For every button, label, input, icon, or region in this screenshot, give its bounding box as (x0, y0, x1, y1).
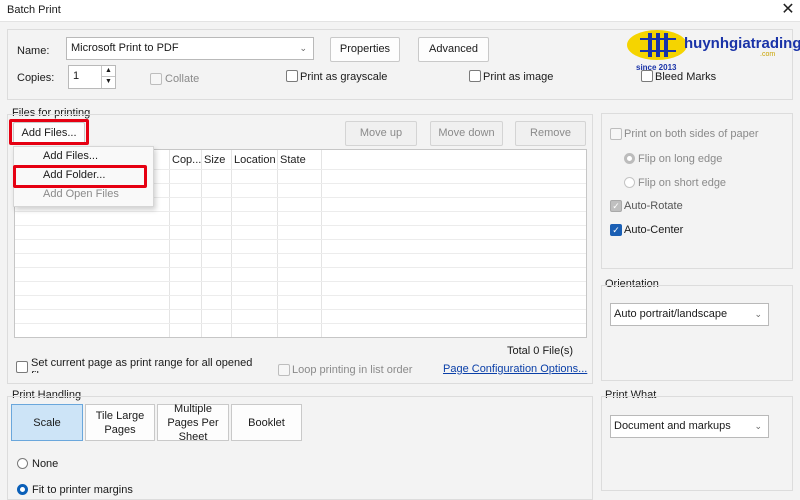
copies-value: 1 (73, 70, 80, 82)
advanced-button[interactable]: Advanced (418, 37, 489, 62)
remove-button[interactable]: Remove (515, 121, 586, 146)
both-sides-label: Print on both sides of paper (624, 128, 759, 140)
auto-center-label: Auto-Center (624, 224, 684, 236)
flip-short-radio[interactable] (624, 177, 635, 188)
watermark-suffix: .com (760, 51, 776, 58)
chevron-down-icon: ⌄ (754, 309, 762, 319)
image-checkbox[interactable] (469, 70, 481, 82)
mode-multiple-pages-button[interactable]: Multiple Pages Per Sheet (157, 403, 229, 443)
orientation-group (601, 285, 793, 381)
mode-scale-button[interactable]: Scale (11, 404, 83, 441)
total-files: Total 0 File(s) (507, 345, 574, 357)
collate-label: Collate (165, 73, 200, 85)
grayscale-label: Print as grayscale (300, 71, 388, 83)
copies-stepper[interactable]: 1 ▲ ▼ (68, 65, 116, 89)
set-current-page-checkbox[interactable] (16, 361, 28, 373)
copies-label: Copies: (17, 72, 55, 84)
flip-long-radio[interactable] (624, 153, 635, 164)
grayscale-checkbox[interactable] (286, 70, 298, 82)
move-up-button[interactable]: Move up (345, 121, 417, 146)
title-bar: Batch Print ✕ (0, 0, 800, 22)
watermark-logo: huynhgiatrading since 2013 .com (626, 29, 800, 73)
column-header-size[interactable]: Size (204, 154, 225, 166)
scale-none-label: None (32, 458, 59, 470)
name-label: Name: (17, 45, 50, 57)
set-current-page-label: Set current page as print range for all … (31, 357, 253, 373)
flip-short-label: Flip on short edge (638, 177, 727, 189)
printer-select[interactable]: Microsoft Print to PDF ⌄ (66, 37, 314, 60)
close-icon[interactable]: ✕ (776, 0, 800, 22)
scale-none-radio[interactable] (17, 458, 28, 469)
chevron-down-icon: ⌄ (754, 421, 762, 431)
stepper-up-icon[interactable]: ▲ (101, 66, 115, 77)
properties-button[interactable]: Properties (330, 37, 400, 62)
both-sides-checkbox[interactable] (610, 128, 622, 140)
loop-printing-label: Loop printing in list order (292, 364, 413, 376)
auto-center-checkbox[interactable]: ✓ (610, 224, 622, 236)
column-header-state[interactable]: State (280, 154, 306, 166)
orientation-value: Auto portrait/landscape (614, 308, 728, 320)
collate-checkbox[interactable] (150, 73, 162, 85)
add-files-highlight (9, 119, 89, 145)
add-folder-highlight (13, 165, 147, 188)
move-down-button[interactable]: Move down (430, 121, 503, 146)
print-what-value: Document and markups (614, 420, 731, 432)
menu-item-add-files[interactable]: Add Files... (14, 147, 153, 166)
orientation-select[interactable]: Auto portrait/landscape ⌄ (610, 303, 769, 326)
print-what-group (601, 396, 793, 491)
window-title: Batch Print (7, 4, 61, 16)
column-header-copies[interactable]: Cop... (172, 154, 201, 166)
loop-printing-checkbox[interactable] (278, 364, 290, 376)
mode-tile-button[interactable]: Tile Large Pages (85, 404, 155, 441)
flip-long-label: Flip on long edge (638, 153, 723, 165)
chevron-down-icon: ⌄ (299, 43, 307, 53)
page-configuration-link[interactable]: Page Configuration Options... (443, 363, 587, 375)
watermark-since: since 2013 (636, 63, 677, 72)
auto-rotate-label: Auto-Rotate (624, 200, 683, 212)
fit-to-margins-radio[interactable] (17, 484, 28, 495)
fit-to-margins-label: Fit to printer margins (32, 484, 133, 496)
mode-booklet-button[interactable]: Booklet (231, 404, 302, 441)
print-what-select[interactable]: Document and markups ⌄ (610, 415, 769, 438)
image-label: Print as image (483, 71, 554, 83)
watermark-brand: huynhgiatrading (684, 35, 800, 52)
column-header-location[interactable]: Location (234, 154, 276, 166)
stepper-down-icon[interactable]: ▼ (101, 77, 115, 88)
printer-select-value: Microsoft Print to PDF (71, 42, 179, 54)
auto-rotate-checkbox[interactable]: ✓ (610, 200, 622, 212)
